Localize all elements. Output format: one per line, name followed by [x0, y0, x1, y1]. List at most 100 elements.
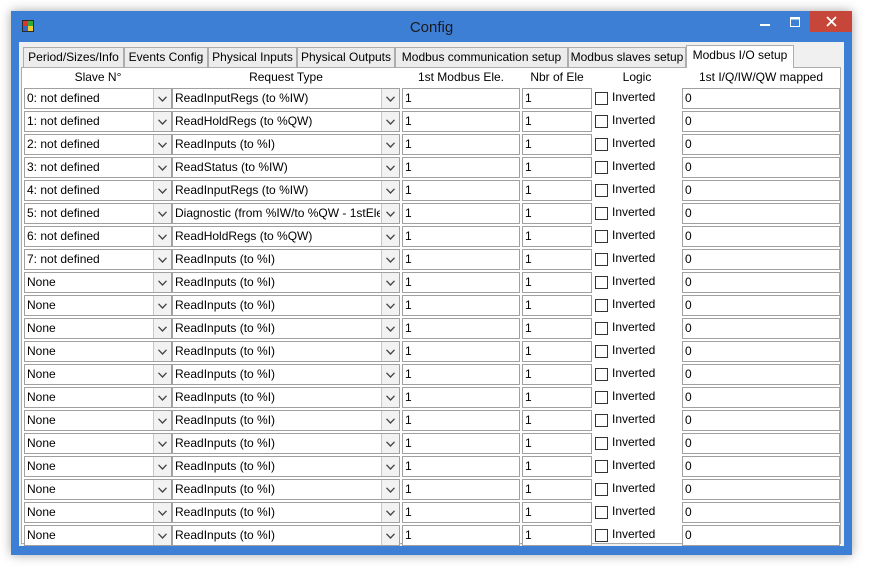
first-modbus-element-input[interactable]: 1 — [402, 387, 520, 408]
nbr-of-element-input[interactable]: 1 — [522, 479, 592, 500]
slave-dropdown-button[interactable] — [153, 112, 171, 131]
mapped-address-input[interactable]: 0 — [682, 525, 840, 546]
first-modbus-element-input[interactable]: 1 — [402, 249, 520, 270]
nbr-of-element-input[interactable]: 1 — [522, 134, 592, 155]
tab-modbus-communication-setup[interactable]: Modbus communication setup — [395, 47, 568, 67]
mapped-address-input[interactable]: 0 — [682, 295, 840, 316]
first-modbus-element-input[interactable]: 1 — [402, 525, 520, 546]
request-type-dropdown-button[interactable] — [381, 388, 399, 407]
inverted-checkbox[interactable] — [595, 161, 608, 174]
request-type-select[interactable]: Diagnostic (from %IW/to %QW - 1stEle — [172, 203, 400, 224]
request-type-dropdown-button[interactable] — [381, 319, 399, 338]
inverted-checkbox[interactable] — [595, 138, 608, 151]
first-modbus-element-input[interactable]: 1 — [402, 410, 520, 431]
first-modbus-element-input[interactable]: 1 — [402, 157, 520, 178]
request-type-select[interactable]: ReadInputs (to %I) — [172, 134, 400, 155]
slave-dropdown-button[interactable] — [153, 342, 171, 361]
mapped-address-input[interactable]: 0 — [682, 502, 840, 523]
slave-dropdown-button[interactable] — [153, 411, 171, 430]
inverted-checkbox[interactable] — [595, 414, 608, 427]
slave-select[interactable]: None — [24, 387, 172, 408]
first-modbus-element-input[interactable]: 1 — [402, 180, 520, 201]
inverted-checkbox[interactable] — [595, 253, 608, 266]
mapped-address-input[interactable]: 0 — [682, 433, 840, 454]
slave-select[interactable]: None — [24, 479, 172, 500]
request-type-dropdown-button[interactable] — [381, 89, 399, 108]
slave-dropdown-button[interactable] — [153, 227, 171, 246]
nbr-of-element-input[interactable]: 1 — [522, 341, 592, 362]
request-type-dropdown-button[interactable] — [381, 227, 399, 246]
nbr-of-element-input[interactable]: 1 — [522, 456, 592, 477]
mapped-address-input[interactable]: 0 — [682, 88, 840, 109]
inverted-checkbox[interactable] — [595, 483, 608, 496]
first-modbus-element-input[interactable]: 1 — [402, 111, 520, 132]
first-modbus-element-input[interactable]: 1 — [402, 272, 520, 293]
mapped-address-input[interactable]: 0 — [682, 226, 840, 247]
request-type-dropdown-button[interactable] — [381, 365, 399, 384]
inverted-checkbox[interactable] — [595, 345, 608, 358]
slave-select[interactable]: 7: not defined — [24, 249, 172, 270]
mapped-address-input[interactable]: 0 — [682, 318, 840, 339]
mapped-address-input[interactable]: 0 — [682, 341, 840, 362]
mapped-address-input[interactable]: 0 — [682, 479, 840, 500]
request-type-dropdown-button[interactable] — [381, 204, 399, 223]
inverted-checkbox[interactable] — [595, 276, 608, 289]
first-modbus-element-input[interactable]: 1 — [402, 456, 520, 477]
inverted-checkbox[interactable] — [595, 529, 608, 542]
slave-select[interactable]: 6: not defined — [24, 226, 172, 247]
slave-select[interactable]: None — [24, 525, 172, 546]
tab-modbus-io-setup[interactable]: Modbus I/O setup — [686, 45, 794, 68]
slave-select[interactable]: 0: not defined — [24, 88, 172, 109]
first-modbus-element-input[interactable]: 1 — [402, 364, 520, 385]
nbr-of-element-input[interactable]: 1 — [522, 387, 592, 408]
request-type-dropdown-button[interactable] — [381, 457, 399, 476]
slave-select[interactable]: None — [24, 364, 172, 385]
first-modbus-element-input[interactable]: 1 — [402, 88, 520, 109]
tab-physical-inputs[interactable]: Physical Inputs — [208, 47, 297, 67]
request-type-dropdown-button[interactable] — [381, 503, 399, 522]
nbr-of-element-input[interactable]: 1 — [522, 157, 592, 178]
slave-select[interactable]: 3: not defined — [24, 157, 172, 178]
inverted-checkbox[interactable] — [595, 368, 608, 381]
slave-select[interactable]: None — [24, 456, 172, 477]
slave-dropdown-button[interactable] — [153, 89, 171, 108]
mapped-address-input[interactable]: 0 — [682, 134, 840, 155]
first-modbus-element-input[interactable]: 1 — [402, 341, 520, 362]
request-type-select[interactable]: ReadInputs (to %I) — [172, 364, 400, 385]
nbr-of-element-input[interactable]: 1 — [522, 180, 592, 201]
slave-dropdown-button[interactable] — [153, 526, 171, 545]
maximize-button[interactable] — [780, 11, 810, 32]
tab-modbus-slaves-setup[interactable]: Modbus slaves setup — [568, 47, 686, 67]
minimize-button[interactable] — [750, 11, 780, 32]
close-button[interactable] — [810, 11, 852, 32]
request-type-dropdown-button[interactable] — [381, 342, 399, 361]
first-modbus-element-input[interactable]: 1 — [402, 502, 520, 523]
request-type-dropdown-button[interactable] — [381, 181, 399, 200]
request-type-select[interactable]: ReadInputs (to %I) — [172, 525, 400, 546]
nbr-of-element-input[interactable]: 1 — [522, 525, 592, 546]
mapped-address-input[interactable]: 0 — [682, 157, 840, 178]
nbr-of-element-input[interactable]: 1 — [522, 318, 592, 339]
slave-dropdown-button[interactable] — [153, 181, 171, 200]
mapped-address-input[interactable]: 0 — [682, 410, 840, 431]
mapped-address-input[interactable]: 0 — [682, 180, 840, 201]
inverted-checkbox[interactable] — [595, 207, 608, 220]
request-type-select[interactable]: ReadInputs (to %I) — [172, 502, 400, 523]
inverted-checkbox[interactable] — [595, 115, 608, 128]
mapped-address-input[interactable]: 0 — [682, 456, 840, 477]
request-type-dropdown-button[interactable] — [381, 480, 399, 499]
mapped-address-input[interactable]: 0 — [682, 387, 840, 408]
request-type-select[interactable]: ReadInputs (to %I) — [172, 433, 400, 454]
inverted-checkbox[interactable] — [595, 460, 608, 473]
nbr-of-element-input[interactable]: 1 — [522, 272, 592, 293]
request-type-select[interactable]: ReadInputs (to %I) — [172, 387, 400, 408]
slave-dropdown-button[interactable] — [153, 480, 171, 499]
nbr-of-element-input[interactable]: 1 — [522, 433, 592, 454]
first-modbus-element-input[interactable]: 1 — [402, 134, 520, 155]
first-modbus-element-input[interactable]: 1 — [402, 295, 520, 316]
inverted-checkbox[interactable] — [595, 92, 608, 105]
slave-select[interactable]: None — [24, 433, 172, 454]
slave-dropdown-button[interactable] — [153, 319, 171, 338]
slave-dropdown-button[interactable] — [153, 296, 171, 315]
slave-dropdown-button[interactable] — [153, 503, 171, 522]
